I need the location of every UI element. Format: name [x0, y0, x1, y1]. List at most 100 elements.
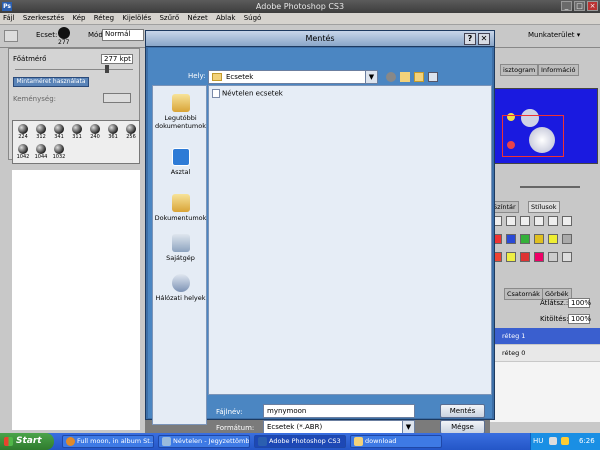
- style-swatch[interactable]: [534, 252, 544, 262]
- menu-layer[interactable]: Réteg: [91, 13, 117, 23]
- lookin-select[interactable]: Ecsetek ▼: [208, 70, 378, 84]
- view-menu-icon[interactable]: [428, 72, 438, 82]
- tab-histogram[interactable]: isztogram: [500, 64, 539, 76]
- brush-preset[interactable]: 1044: [33, 143, 49, 163]
- tab-styles[interactable]: Stílusok: [528, 201, 560, 213]
- menu-filter[interactable]: Szűrő: [156, 13, 182, 23]
- style-swatch[interactable]: [548, 216, 558, 226]
- style-swatch[interactable]: [534, 216, 544, 226]
- task-label: Névtelen - Jegyzettömb: [173, 437, 250, 445]
- back-icon[interactable]: [386, 72, 396, 82]
- diameter-slider-handle[interactable]: [105, 65, 109, 73]
- taskbar-item-notepad[interactable]: Névtelen - Jegyzettömb: [158, 435, 250, 448]
- diameter-input[interactable]: 277 kpt: [101, 54, 133, 64]
- save-button[interactable]: Mentés: [440, 404, 485, 418]
- mode-select[interactable]: Normál: [102, 29, 144, 41]
- style-swatch[interactable]: [562, 252, 572, 262]
- view-box[interactable]: [502, 115, 564, 157]
- menu-select[interactable]: Kijelölés: [119, 13, 154, 23]
- new-folder-icon[interactable]: [414, 72, 424, 82]
- layer-row-selected[interactable]: réteg 1: [490, 328, 600, 344]
- start-label: Start: [16, 436, 42, 446]
- brush-tool-icon[interactable]: [4, 30, 18, 42]
- layer-row[interactable]: réteg 0: [490, 345, 600, 361]
- lookin-label: Hely:: [188, 72, 206, 80]
- diameter-slider[interactable]: [15, 69, 133, 70]
- brush-preset[interactable]: 1042: [15, 143, 31, 163]
- taskbar-item-browser[interactable]: Full moon, in album St...: [62, 435, 154, 448]
- opacity-label: Átlátsz.:: [540, 299, 569, 307]
- place-recent[interactable]: Legutóbbi dokumentumok: [153, 94, 208, 130]
- taskbar-item-folder[interactable]: download: [350, 435, 442, 448]
- opacity-input[interactable]: 100%: [568, 298, 591, 308]
- help-button[interactable]: ?: [464, 33, 476, 45]
- sample-size-button[interactable]: Mintaméret használata: [13, 77, 89, 87]
- zoom-slider[interactable]: [520, 186, 580, 188]
- menu-window[interactable]: Ablak: [213, 13, 239, 23]
- brush-preset[interactable]: 312: [33, 123, 49, 143]
- file-icon: [212, 89, 220, 98]
- menu-help[interactable]: Súgó: [241, 13, 265, 23]
- place-documents[interactable]: Dokumentumok: [153, 194, 208, 222]
- language-indicator[interactable]: HU: [533, 437, 543, 445]
- style-swatch[interactable]: [548, 234, 558, 244]
- brush-preset[interactable]: 1032: [51, 143, 67, 163]
- tab-info[interactable]: Információ: [538, 64, 579, 76]
- brush-preset[interactable]: 240: [87, 123, 103, 143]
- format-value: Ecsetek (*.ABR): [267, 423, 323, 431]
- style-swatch[interactable]: [562, 216, 572, 226]
- menu-view[interactable]: Nézet: [184, 13, 210, 23]
- chevron-down-icon[interactable]: ▼: [402, 421, 414, 433]
- tab-channels[interactable]: Csatornák: [504, 288, 543, 300]
- hardness-input[interactable]: [103, 93, 131, 103]
- tray-icon[interactable]: [549, 437, 557, 445]
- close-button[interactable]: ✕: [478, 33, 490, 45]
- file-list[interactable]: Névtelen ecsetek: [208, 85, 492, 395]
- style-swatch[interactable]: [520, 234, 530, 244]
- close-icon[interactable]: ×: [587, 1, 598, 11]
- brush-preset[interactable]: 361: [105, 123, 121, 143]
- taskbar-item-photoshop[interactable]: Adobe Photoshop CS3: [254, 435, 346, 448]
- filename-input[interactable]: mynymoon: [263, 404, 415, 418]
- layer-name: réteg 0: [502, 349, 526, 357]
- style-swatch[interactable]: [562, 234, 572, 244]
- brush-preset[interactable]: 224: [15, 123, 31, 143]
- brush-preset[interactable]: 341: [51, 123, 67, 143]
- style-swatch[interactable]: [520, 216, 530, 226]
- tray-icon[interactable]: [561, 437, 569, 445]
- file-item[interactable]: Névtelen ecsetek: [212, 89, 283, 98]
- brush-preset[interactable]: 311: [69, 123, 85, 143]
- brush-label: Ecset:: [36, 31, 58, 39]
- brush-preset[interactable]: 256: [123, 123, 139, 143]
- maximize-icon[interactable]: □: [574, 1, 585, 11]
- task-label: Full moon, in album St...: [77, 437, 154, 445]
- diameter-label: Főátmérő: [13, 55, 47, 63]
- format-select[interactable]: Ecsetek (*.ABR) ▼: [263, 420, 415, 434]
- dialog-body: Hely: Ecsetek ▼ Legutóbbi dokumentumok A…: [148, 48, 492, 434]
- style-swatch[interactable]: [506, 252, 516, 262]
- brush-preview-icon[interactable]: [58, 27, 70, 39]
- menu-image[interactable]: Kép: [69, 13, 88, 23]
- style-swatch[interactable]: [520, 252, 530, 262]
- fill-input[interactable]: 100%: [568, 314, 591, 324]
- minimize-icon[interactable]: _: [561, 1, 572, 11]
- start-button[interactable]: Start: [0, 433, 54, 450]
- file-name: Névtelen ecsetek: [222, 89, 283, 98]
- chevron-down-icon[interactable]: ▼: [365, 71, 377, 83]
- navigator-preview[interactable]: [494, 88, 598, 164]
- menu-file[interactable]: Fájl: [0, 13, 18, 23]
- style-swatch[interactable]: [506, 216, 516, 226]
- place-network[interactable]: Hálózati helyek: [153, 274, 208, 302]
- menu-edit[interactable]: Szerkesztés: [20, 13, 67, 23]
- up-folder-icon[interactable]: [400, 72, 410, 82]
- place-desktop[interactable]: Asztal: [153, 148, 208, 176]
- workspace-menu[interactable]: Munkaterület ▾: [528, 31, 580, 39]
- style-swatch[interactable]: [506, 234, 516, 244]
- place-label: Asztal: [170, 168, 191, 176]
- place-computer[interactable]: Sajátgép: [153, 234, 208, 262]
- cancel-button[interactable]: Mégse: [440, 420, 485, 434]
- app-title: Adobe Photoshop CS3: [255, 2, 345, 11]
- style-swatch[interactable]: [534, 234, 544, 244]
- windows-logo-icon: [4, 437, 13, 446]
- style-swatch[interactable]: [548, 252, 558, 262]
